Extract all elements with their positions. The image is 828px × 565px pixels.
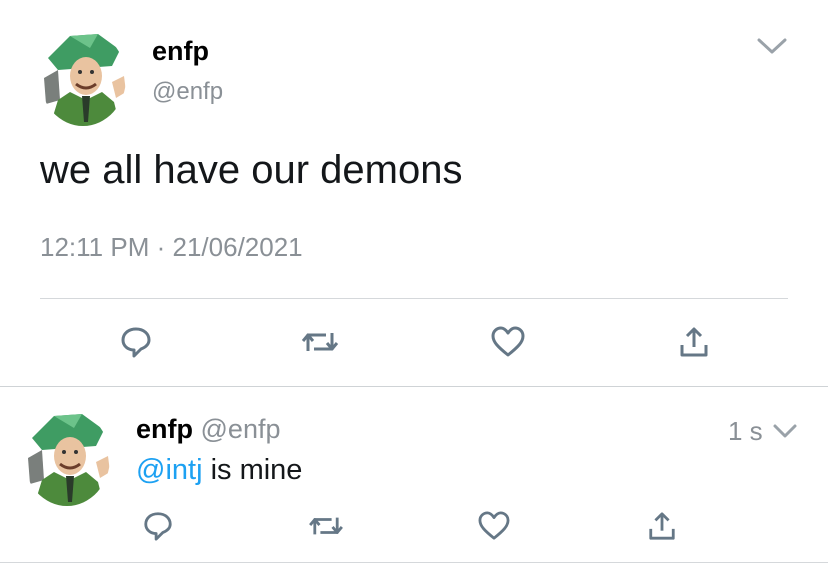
main-reply-icon[interactable] <box>116 322 156 362</box>
main-tweet-timestamp[interactable]: 12:11 PM · 21/06/2021 <box>40 232 303 263</box>
main-tweet-avatar[interactable] <box>40 30 126 126</box>
main-tweet-menu-chevron-icon[interactable] <box>752 32 792 60</box>
reply-age[interactable]: 1 s <box>728 416 763 447</box>
reply-like-icon[interactable] <box>472 506 516 546</box>
main-share-icon[interactable] <box>674 322 714 362</box>
main-tweet-time: 12:11 PM <box>40 232 150 262</box>
reply-mention-link[interactable]: @intj <box>136 454 203 486</box>
avatar-image <box>28 414 110 506</box>
reply-display-name[interactable]: enfp <box>136 414 193 444</box>
reply-retweet-icon[interactable] <box>304 506 348 546</box>
reply-menu-chevron-icon[interactable] <box>768 418 802 444</box>
main-tweet-handle[interactable]: @enfp <box>152 78 223 106</box>
reply-reply-icon[interactable] <box>138 506 178 546</box>
main-like-icon[interactable] <box>486 322 530 362</box>
main-retweet-icon[interactable] <box>298 322 342 362</box>
avatar-image <box>44 34 126 126</box>
reply-text: @intj is mine <box>136 454 302 487</box>
timestamp-separator: · <box>156 232 166 262</box>
reply-avatar[interactable] <box>24 410 110 506</box>
reply-share-icon[interactable] <box>642 506 682 546</box>
reply-handle[interactable]: @enfp <box>201 414 281 444</box>
main-tweet-text: we all have our demons <box>40 148 463 192</box>
bottom-divider <box>0 562 828 563</box>
main-tweet-display-name[interactable]: enfp <box>152 36 209 67</box>
main-tweet-date: 21/06/2021 <box>172 232 303 262</box>
reply-header: enfp @enfp <box>136 414 280 445</box>
thread-divider <box>0 386 828 387</box>
reply-text-rest: is mine <box>202 454 303 486</box>
main-tweet-divider <box>40 298 788 299</box>
